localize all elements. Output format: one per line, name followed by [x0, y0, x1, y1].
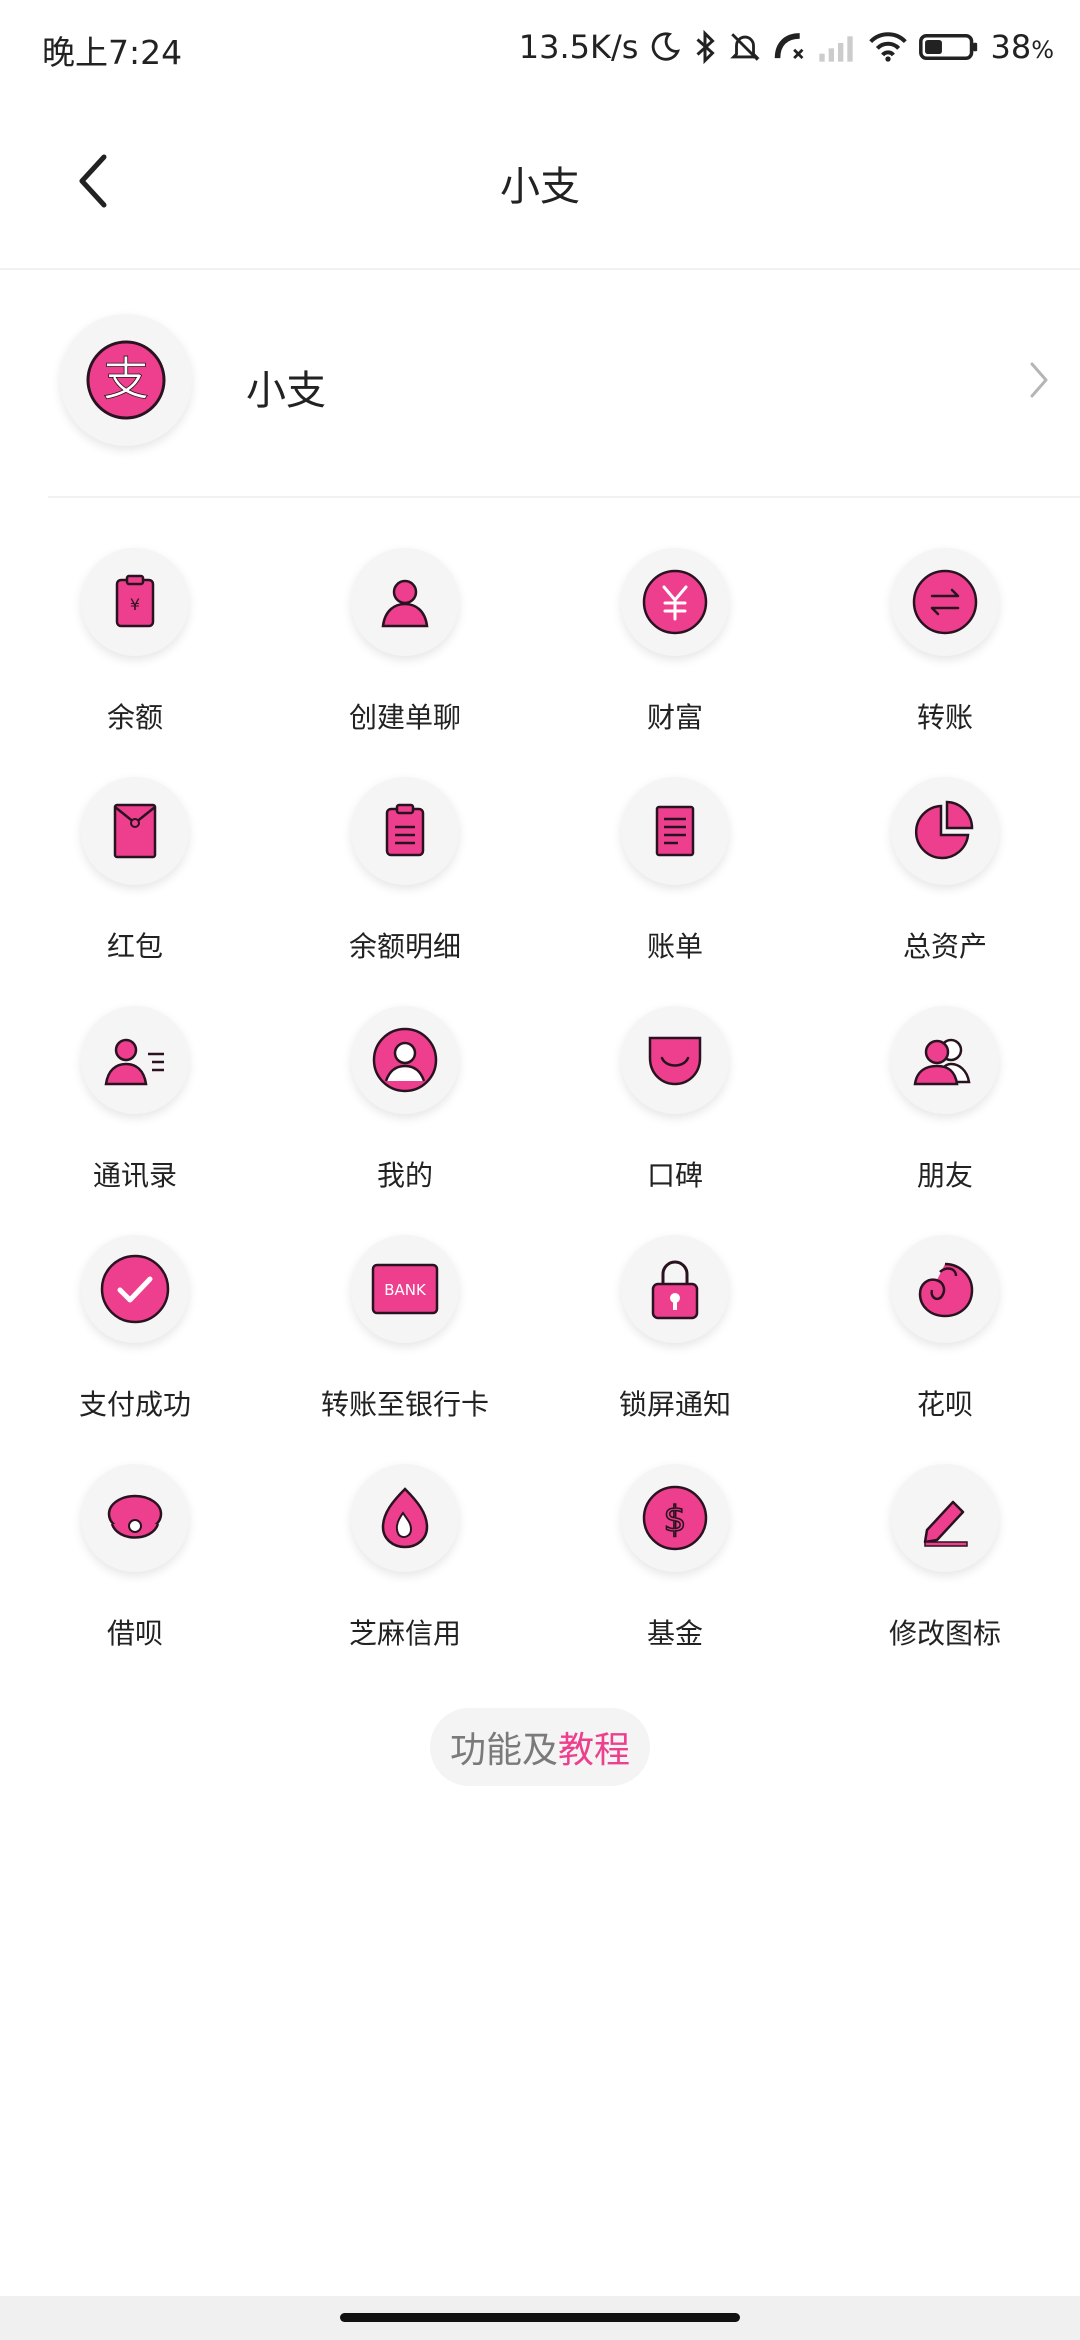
grid-item-label: 朋友: [916, 1159, 973, 1192]
grid-item-red-envelope[interactable]: 红包: [0, 775, 270, 1004]
status-time: 晚上7:24: [42, 33, 183, 72]
clipboard-icon: [351, 777, 459, 885]
battery-level: 38%: [990, 28, 1054, 66]
grid-item-label: 锁屏通知: [618, 1388, 731, 1421]
feature-grid: ¥ 余额 创建单聊 财富 转账 红包 余额明细 账单 总资产 通讯录 我的 口碑…: [0, 546, 1080, 1691]
huabei-icon: [891, 1235, 999, 1343]
svg-text:$: $: [664, 1499, 687, 1540]
grid-item-sesame-credit[interactable]: 芝麻信用: [270, 1462, 540, 1691]
grid-item-mine[interactable]: 我的: [270, 1004, 540, 1233]
status-bar: 晚上7:24 13.5K/s 38%: [0, 0, 1080, 96]
grid-item-edit-icon[interactable]: 修改图标: [810, 1462, 1080, 1691]
grid-item-jiebei[interactable]: 借呗: [0, 1462, 270, 1691]
grid-item-label: 余额明细: [348, 930, 461, 963]
grid-item-koubei[interactable]: 口碑: [540, 1004, 810, 1233]
grid-item-label: 修改图标: [888, 1617, 1001, 1650]
grid-item-bill[interactable]: 账单: [540, 775, 810, 1004]
home-indicator[interactable]: [340, 2313, 740, 2322]
call-off-icon: [772, 30, 808, 64]
contacts-icon: [81, 1006, 189, 1114]
grid-item-label: 芝麻信用: [348, 1617, 461, 1650]
red-envelope-icon: [81, 777, 189, 885]
grid-item-label: 转账至银行卡: [320, 1388, 489, 1421]
tutorial-label-part2: 教程: [558, 1730, 631, 1771]
wifi-icon: [868, 31, 908, 63]
grid-item-label: 账单: [646, 930, 703, 963]
grid-item-transfer-to-bank[interactable]: BANK 转账至银行卡: [270, 1233, 540, 1462]
grid-item-label: 通讯录: [92, 1159, 177, 1192]
page-title: 小支: [500, 164, 580, 210]
grid-item-label: 创建单聊: [348, 701, 461, 734]
edit-pencil-icon: [891, 1464, 999, 1572]
smile-bag-icon: [621, 1006, 729, 1114]
grid-item-transfer[interactable]: 转账: [810, 546, 1080, 775]
mute-bell-icon: [728, 30, 762, 64]
grid-item-label: 借呗: [106, 1617, 163, 1650]
signal-icon: [818, 31, 858, 63]
lock-icon: [621, 1235, 729, 1343]
nav-bar: 小支: [0, 96, 1080, 270]
grid-item-payment-success[interactable]: 支付成功: [0, 1233, 270, 1462]
grid-item-label: 口碑: [646, 1159, 703, 1192]
svg-text:支: 支: [103, 352, 149, 406]
grid-item-huabei[interactable]: 花呗: [810, 1233, 1080, 1462]
grid-item-wealth[interactable]: 财富: [540, 546, 810, 775]
battery-icon: [918, 30, 980, 64]
grid-item-contacts[interactable]: 通讯录: [0, 1004, 270, 1233]
jiebei-icon: [81, 1464, 189, 1572]
sesame-icon: [351, 1464, 459, 1572]
user-circle-icon: [351, 1006, 459, 1114]
bluetooth-icon: [692, 29, 718, 65]
svg-text:¥: ¥: [130, 595, 140, 614]
person-icon: [351, 548, 459, 656]
grid-item-balance[interactable]: ¥ 余额: [0, 546, 270, 775]
avatar: 支: [60, 314, 192, 446]
friends-icon: [891, 1006, 999, 1114]
dollar-coin-icon: $: [621, 1464, 729, 1572]
grid-item-total-assets[interactable]: 总资产: [810, 775, 1080, 1004]
grid-item-label: 红包: [106, 930, 163, 963]
grid-item-label: 财富: [646, 701, 703, 734]
status-right: 13.5K/s 38%: [519, 22, 1054, 72]
grid-item-label: 转账: [916, 701, 973, 734]
tutorial-button[interactable]: 功能及 教程: [430, 1708, 650, 1786]
grid-item-lock-screen-notify[interactable]: 锁屏通知: [540, 1233, 810, 1462]
profile-name: 小支: [246, 368, 326, 414]
bill-icon: [621, 777, 729, 885]
grid-item-label: 花呗: [916, 1388, 973, 1421]
balance-icon: ¥: [81, 548, 189, 656]
yuan-coin-icon: [621, 548, 729, 656]
chevron-right-icon: [1028, 360, 1050, 404]
grid-item-label: 基金: [646, 1617, 703, 1650]
pie-chart-icon: [891, 777, 999, 885]
alipay-logo-icon: 支: [86, 340, 166, 420]
grid-item-label: 总资产: [902, 930, 987, 963]
grid-item-create-chat[interactable]: 创建单聊: [270, 546, 540, 775]
grid-item-label: 支付成功: [78, 1388, 191, 1421]
profile-row[interactable]: 支 小支: [48, 300, 1080, 498]
transfer-arrows-icon: [891, 548, 999, 656]
grid-item-label: 我的: [376, 1159, 433, 1192]
net-speed: 13.5K/s: [518, 28, 639, 66]
bank-card-icon: BANK: [351, 1235, 459, 1343]
moon-icon: [648, 30, 682, 64]
check-circle-icon: [81, 1235, 189, 1343]
tutorial-label-part1: 功能及: [449, 1730, 558, 1771]
grid-item-friends[interactable]: 朋友: [810, 1004, 1080, 1233]
bank-card-text: BANK: [384, 1281, 427, 1299]
grid-item-label: 余额: [106, 701, 163, 734]
grid-item-balance-detail[interactable]: 余额明细: [270, 775, 540, 1004]
grid-item-fund[interactable]: $ 基金: [540, 1462, 810, 1691]
